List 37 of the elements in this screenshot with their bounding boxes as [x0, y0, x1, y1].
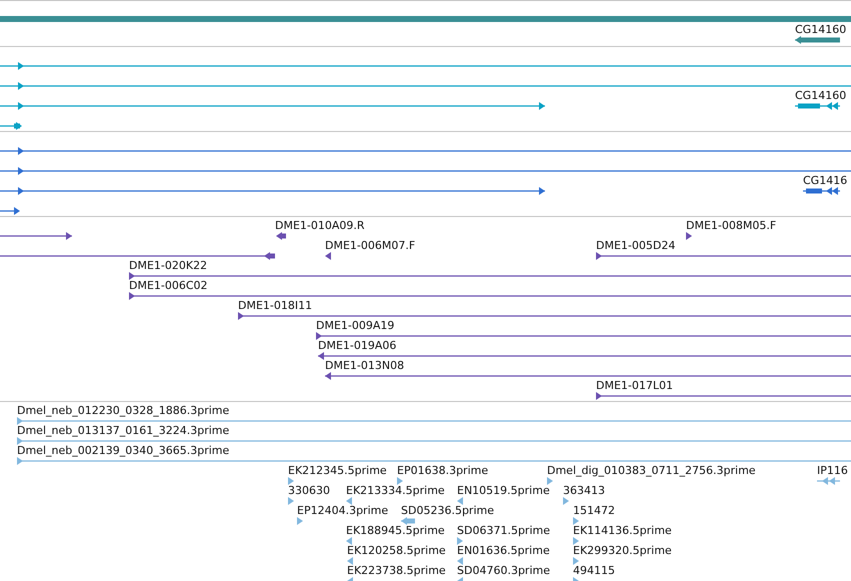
feature-label: EK188945.5prime	[346, 524, 445, 537]
feature-label: Dmel_dig_010383_0711_2756.3prime	[547, 464, 756, 477]
feature-label: EN01636.5prime	[457, 544, 550, 557]
feature-label: 330630	[288, 484, 330, 497]
feature-label: DME1-005D24	[596, 239, 676, 252]
feature-label: CG14160	[795, 89, 846, 102]
feature-label: EK212345.5prime	[288, 464, 387, 477]
feature-label: SD04760.3prime	[457, 564, 550, 577]
feature-label: EK114136.5prime	[573, 524, 672, 537]
feature-label: DME1-018I11	[238, 299, 312, 312]
feature-label: DME1-020K22	[129, 259, 208, 272]
feature-label: DME1-006C02	[129, 279, 208, 292]
feature-label: 151472	[573, 504, 615, 517]
feature-label: SD05236.5prime	[401, 504, 494, 517]
feature-label: Dmel_neb_012230_0328_1886.3prime	[17, 404, 230, 417]
feature-label: EK213334.5prime	[346, 484, 445, 497]
feature-label: SD06371.5prime	[457, 524, 550, 537]
feature-label: DME1-008M05.F	[686, 219, 776, 232]
feature-label: DME1-013N08	[325, 359, 404, 372]
feature-label: EN10519.5prime	[457, 484, 550, 497]
feature-label: EP12404.3prime	[297, 504, 388, 517]
feature-label: CG14160	[795, 23, 846, 36]
feature-label: EK120258.5prime	[347, 544, 446, 557]
feature-label: Dmel_neb_013137_0161_3224.3prime	[17, 424, 230, 437]
feature-label: EK223738.5prime	[347, 564, 446, 577]
feature-label: DME1-010A09.R	[275, 219, 365, 232]
feature-label: DME1-017L01	[596, 379, 673, 392]
feature-label: IP116	[817, 464, 848, 477]
feature-label: CG1416	[803, 174, 848, 187]
feature-label: DME1-009A19	[316, 319, 394, 332]
feature-label: EP01638.3prime	[397, 464, 488, 477]
feature-label: DME1-006M07.F	[325, 239, 416, 252]
feature-label: Dmel_neb_002139_0340_3665.3prime	[17, 444, 230, 457]
feature-label: 363413	[563, 484, 605, 497]
feature-label: 494115	[573, 564, 615, 577]
feature-label: EK299320.5prime	[573, 544, 672, 557]
feature-label: DME1-019A06	[318, 339, 396, 352]
